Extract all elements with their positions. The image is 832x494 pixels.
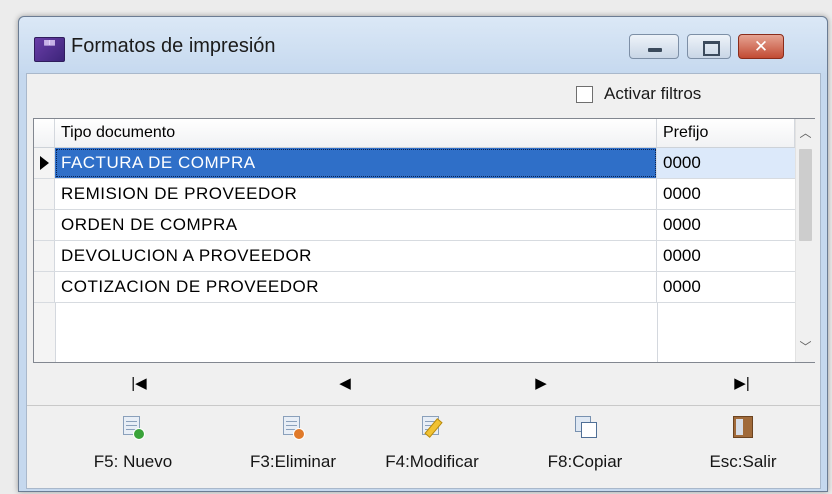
scrollbar-thumb[interactable] [799, 149, 812, 241]
salir-label: Esc:Salir [709, 452, 777, 471]
cell-tipo-documento[interactable]: DEVOLUCION A PROVEEDOR [55, 241, 657, 271]
documents-grid: Tipo documento Prefijo FACTURA DE COMPRA… [33, 118, 815, 363]
grid-empty-area[interactable] [34, 303, 795, 362]
record-navigator: |◀ ◀ ▶ ▶| [33, 367, 815, 401]
grid-rows: FACTURA DE COMPRA 0000 REMISION DE PROVE… [34, 148, 795, 303]
table-row[interactable]: REMISION DE PROVEEDOR 0000 [34, 179, 795, 210]
row-indicator [34, 272, 55, 302]
activar-filtros-label[interactable]: Activar filtros [604, 84, 701, 104]
nuevo-label: F5: Nuevo [93, 452, 173, 471]
table-row[interactable]: COTIZACION DE PROVEEDOR 0000 [34, 272, 795, 303]
window-title: Formatos de impresión [71, 35, 276, 57]
action-toolbar: F5: Nuevo F3:Eliminar F4:Modificar F8:Co… [27, 408, 820, 486]
table-row[interactable]: ORDEN DE COMPRA 0000 [34, 210, 795, 241]
delete-document-icon [283, 416, 305, 440]
maximize-button[interactable] [687, 34, 731, 59]
cell-tipo-documento[interactable]: REMISION DE PROVEEDOR [55, 179, 657, 209]
close-icon: ✕ [753, 37, 769, 56]
scroll-down-icon[interactable]: ﹀ [796, 337, 815, 357]
nuevo-button[interactable]: F5: Nuevo [73, 408, 193, 486]
cell-prefijo[interactable]: 0000 [657, 179, 795, 209]
formatos-window: ▦▦ Formatos de impresión ✕ Activar filtr… [18, 16, 828, 492]
vertical-scrollbar[interactable]: ︿ ﹀ [795, 119, 815, 362]
cell-prefijo[interactable]: 0000 [657, 210, 795, 240]
column-divider [657, 303, 658, 362]
modificar-button[interactable]: F4:Modificar [372, 408, 492, 486]
cell-tipo-documento[interactable]: COTIZACION DE PROVEEDOR [55, 272, 657, 302]
row-indicator-header [34, 119, 55, 147]
app-icon[interactable]: ▦▦ [34, 37, 65, 62]
row-indicator-blank [34, 303, 56, 362]
table-row[interactable]: FACTURA DE COMPRA 0000 [34, 148, 795, 179]
close-button[interactable]: ✕ [738, 34, 784, 59]
cell-prefijo[interactable]: 0000 [657, 148, 795, 178]
title-bar[interactable]: ▦▦ Formatos de impresión ✕ [19, 17, 827, 73]
modificar-label: F4:Modificar [385, 452, 479, 471]
cell-tipo-documento[interactable]: FACTURA DE COMPRA [55, 148, 657, 178]
row-indicator [34, 148, 55, 178]
cell-tipo-documento[interactable]: ORDEN DE COMPRA [55, 210, 657, 240]
row-indicator [34, 241, 55, 271]
new-document-icon [123, 416, 145, 440]
edit-document-icon [422, 416, 443, 438]
eliminar-button[interactable]: F3:Eliminar [233, 408, 353, 486]
minimize-icon [648, 48, 662, 52]
window-client-area: Activar filtros Tipo documento Prefijo F… [26, 73, 821, 489]
column-header-tipo-documento[interactable]: Tipo documento [55, 119, 657, 147]
copiar-button[interactable]: F8:Copiar [525, 408, 645, 486]
filter-row: Activar filtros [27, 74, 820, 118]
row-indicator [34, 179, 55, 209]
eliminar-label: F3:Eliminar [250, 452, 336, 471]
row-indicator [34, 210, 55, 240]
first-record-button[interactable]: |◀ [109, 367, 169, 401]
cell-prefijo[interactable]: 0000 [657, 272, 795, 302]
minimize-button[interactable] [629, 34, 679, 59]
column-header-prefijo[interactable]: Prefijo [657, 119, 795, 147]
scroll-up-icon[interactable]: ︿ [796, 123, 815, 143]
next-record-button[interactable]: ▶ [511, 367, 571, 401]
current-row-arrow-icon [40, 156, 49, 170]
copiar-label: F8:Copiar [547, 452, 623, 471]
maximize-icon [703, 41, 720, 56]
divider [27, 405, 820, 406]
exit-door-icon [733, 416, 753, 438]
cell-prefijo[interactable]: 0000 [657, 241, 795, 271]
copy-icon [575, 416, 597, 438]
grid-header: Tipo documento Prefijo [34, 119, 795, 148]
activar-filtros-checkbox[interactable] [576, 86, 593, 103]
table-row[interactable]: DEVOLUCION A PROVEEDOR 0000 [34, 241, 795, 272]
previous-record-button[interactable]: ◀ [315, 367, 375, 401]
salir-button[interactable]: Esc:Salir [683, 408, 803, 486]
last-record-button[interactable]: ▶| [712, 367, 772, 401]
